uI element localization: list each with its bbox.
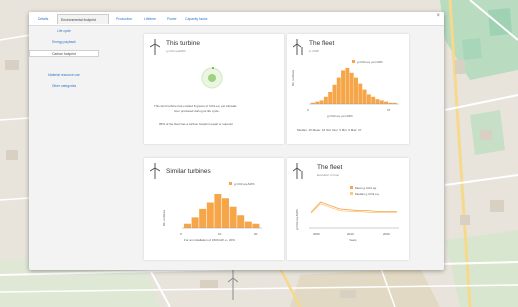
card-this-turbine: This turbine g CO2 eq/kWh This wind turb… [144, 34, 284, 144]
wind-farm-icon [292, 39, 303, 55]
histogram-bar [252, 223, 260, 228]
legend-label: g CO2 eq. per kWh [357, 60, 383, 64]
close-icon[interactable]: × [436, 13, 440, 19]
legend-swatch-mean [350, 186, 353, 189]
card-title: Similar turbines [166, 168, 211, 175]
tab-production[interactable]: Production [113, 14, 135, 24]
x-tick-label: 37 [387, 108, 391, 112]
wind-farm-icon [292, 163, 303, 179]
legend-swatch-median [350, 192, 353, 195]
histogram-bar [229, 206, 237, 228]
turbine-text-1: This wind turbine has emitted 8 grams of… [154, 104, 238, 108]
sidebar-item-material-resource-use[interactable]: Material resource use [29, 72, 99, 79]
x-axis-label: Years [349, 238, 357, 242]
x-tick-label: 2010 [347, 232, 354, 236]
turbine-text-3: 95% of the fleet has a carbon footprint … [159, 122, 234, 126]
histogram-bar [222, 198, 229, 228]
legend-label: g CO2 eq./kWh [234, 182, 255, 186]
card-title: This turbine [166, 40, 200, 47]
card-subtitle: in 2018 [309, 49, 319, 53]
histogram-bar [336, 77, 341, 104]
histogram-bar [206, 202, 214, 228]
sidebar-item-life-cycle[interactable]: Life cycle [29, 28, 99, 35]
card-fleet: The fleet in 2018 g CO2 eq. per kWh Nb. … [287, 34, 409, 144]
wind-turbine-icon [149, 163, 161, 179]
histogram-bar [328, 92, 333, 104]
turbine-text-2: hour produced during its life cycle. [174, 109, 220, 113]
legend-label-mean: Mean g CO2 eq. [355, 186, 378, 190]
legend-swatch [352, 60, 355, 63]
histogram-bar [315, 101, 320, 104]
fleet-line-chart [309, 201, 399, 229]
histogram-bar [349, 72, 354, 104]
x-axis-label: g CO2 eq. per kWh [327, 114, 353, 118]
x-tick-label: 0 [180, 232, 182, 236]
histogram-bar [345, 68, 350, 104]
x-tick-label: 2020 [383, 232, 390, 236]
carbon-gauge [200, 66, 224, 90]
x-tick-label: 0 [307, 108, 309, 112]
tab-bar: Details Environmental footprint Producti… [29, 12, 444, 26]
tab-details[interactable]: Details [35, 14, 51, 24]
histogram-bar [341, 70, 346, 104]
sidebar-item-carbon-footprint[interactable]: Carbon footprint [29, 50, 99, 57]
tab-environmental-footprint[interactable]: Environmental footprint [57, 14, 109, 24]
series-line [310, 201, 397, 213]
histogram-bar [371, 96, 376, 104]
tab-lifetime[interactable]: Lifetime [141, 14, 159, 24]
histogram-bar [191, 217, 199, 228]
histogram-bar [366, 94, 371, 104]
x-tick-label: 20 [254, 232, 258, 236]
card-title: The fleet [317, 164, 343, 171]
card-subtitle: g CO2 eq/kWh [166, 49, 186, 53]
histogram-bar [362, 89, 367, 104]
histogram-bar [358, 83, 363, 104]
tab-capacity-factor[interactable]: Capacity factor [182, 14, 211, 24]
histogram-bar [384, 101, 389, 104]
x-tick-label: 2000 [313, 232, 320, 236]
histogram-bar [199, 208, 207, 228]
histogram-bar [375, 99, 380, 104]
card-subtitle: Evolution in time [317, 173, 340, 177]
histogram-bar [214, 194, 222, 228]
sidebar-item-other-categories[interactable]: Other categories [29, 83, 99, 90]
histogram-bar [184, 223, 191, 228]
y-axis-label: Nb. turbines [162, 209, 166, 226]
x-axis-label: For an installation of 1500 kW +/- 20% [184, 238, 235, 242]
histogram-bar [244, 221, 252, 228]
y-axis-label: g CO2 eq./kWh [295, 209, 299, 230]
legend-label-median: Median g CO2 eq. [355, 192, 380, 196]
histogram-bar [237, 215, 245, 228]
fleet-stats: Median: 15 Mean: 16 Std. Dev: 5 Min: 6 M… [297, 128, 362, 132]
y-axis-label: Nb. turbines [291, 69, 295, 86]
turbine-info-panel: Details Environmental footprint Producti… [29, 12, 444, 270]
fleet-histogram [309, 68, 399, 105]
card-title: The fleet [309, 40, 335, 47]
histogram-bar [332, 84, 337, 104]
tab-power[interactable]: Power [164, 14, 180, 24]
histogram-bar [354, 77, 358, 104]
histogram-bar [379, 100, 384, 104]
wind-turbine-icon [149, 39, 161, 55]
legend-swatch [229, 182, 232, 185]
histogram-bar [319, 100, 324, 104]
card-fleet-evolution: The fleet Evolution in time Mean g CO2 e… [287, 158, 409, 260]
sidebar-item-energy-payback[interactable]: Energy payback [29, 39, 99, 46]
wind-turbine-icon[interactable] [228, 270, 238, 300]
similar-histogram [182, 194, 262, 229]
histogram-bar [323, 96, 328, 104]
x-tick-label: 10 [218, 232, 222, 236]
card-similar-turbines: Similar turbines g CO2 eq./kWh Nb. turbi… [144, 158, 284, 260]
